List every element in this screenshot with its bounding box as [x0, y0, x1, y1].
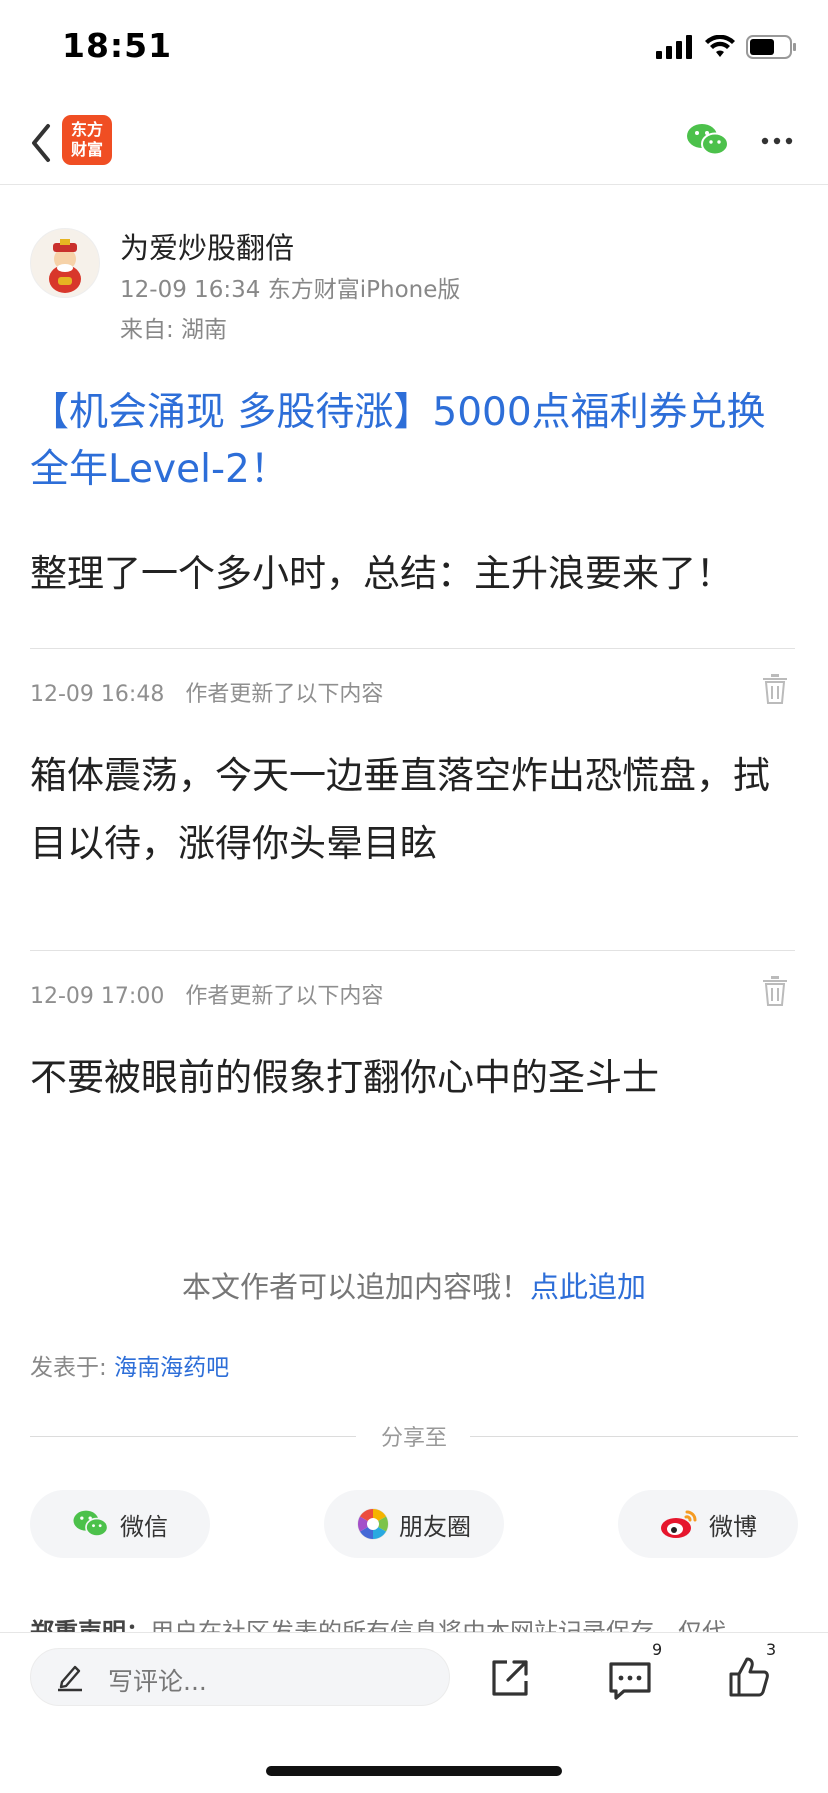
update-time: 12-09 16:48 — [30, 682, 165, 707]
divider — [30, 950, 795, 951]
posted-label: 发表于: — [30, 1355, 115, 1381]
update-text: 不要被眼前的假象打翻你心中的圣斗士 — [30, 1056, 659, 1099]
share-wechat-label: 微信 — [120, 1512, 168, 1541]
moments-icon — [357, 1508, 389, 1540]
more-icon[interactable] — [760, 126, 794, 156]
avatar[interactable] — [30, 228, 100, 298]
update-label: 作者更新了以下内容 — [185, 984, 384, 1009]
thumbs-up-icon[interactable] — [728, 1656, 770, 1698]
update-label: 作者更新了以下内容 — [185, 682, 384, 707]
comment-placeholder[interactable]: 写评论... — [108, 1662, 207, 1698]
logo-text-2: 财富 — [70, 140, 103, 159]
divider — [30, 648, 795, 649]
update-meta: 12-09 17:00 作者更新了以下内容 — [30, 978, 397, 1010]
share-label: 分享至 — [380, 1426, 447, 1451]
logo-text-1: 东方 — [70, 120, 103, 139]
posted-in: 发表于: 海南海药吧 — [30, 1348, 229, 1382]
weibo-icon — [661, 1510, 697, 1538]
share-weibo-button[interactable]: 微博 — [618, 1490, 798, 1558]
app-logo: 东方 财富 — [62, 115, 112, 165]
post-body: 整理了一个多小时，总结：主升浪要来了！ — [30, 552, 733, 595]
like-count: 3 — [766, 1640, 777, 1659]
trash-icon[interactable] — [762, 674, 788, 704]
update-meta: 12-09 16:48 作者更新了以下内容 — [30, 676, 397, 708]
wechat-share-icon[interactable] — [686, 122, 730, 158]
share-weibo-label: 微博 — [709, 1512, 757, 1541]
back-icon[interactable] — [26, 120, 56, 166]
post-title-link[interactable]: 【机会涌现 多股待涨】5000点福利券兑换全年Level-2！ — [30, 384, 800, 498]
signal-icon — [656, 35, 692, 59]
home-indicator — [266, 1766, 562, 1776]
pencil-icon — [58, 1665, 82, 1692]
update-time: 12-09 17:00 — [30, 984, 165, 1009]
update-text: 箱体震荡，今天一边垂直落空炸出恐慌盘，拭目以待，涨得你头晕目眩 — [30, 754, 770, 865]
append-prompt: 本文作者可以追加内容哦！点此追加 — [0, 1264, 828, 1306]
post-location: 来自: 湖南 — [120, 317, 228, 343]
forum-link[interactable]: 海南海药吧 — [114, 1355, 229, 1381]
share-out-icon[interactable] — [490, 1658, 530, 1698]
comment-count: 9 — [652, 1640, 663, 1659]
wifi-icon — [705, 35, 735, 57]
fortune-god-icon — [49, 239, 81, 293]
battery-icon — [746, 35, 796, 59]
share-moments-label: 朋友圈 — [399, 1512, 471, 1541]
share-moments-button[interactable]: 朋友圈 — [324, 1490, 504, 1558]
author-name[interactable]: 为爱炒股翻倍 — [120, 225, 294, 267]
comment-icon[interactable] — [608, 1660, 652, 1700]
trash-icon[interactable] — [762, 976, 788, 1006]
share-wechat-button[interactable]: 微信 — [30, 1490, 210, 1558]
comment-input[interactable] — [30, 1648, 450, 1706]
append-text: 本文作者可以追加内容哦！ — [181, 1270, 530, 1304]
append-link[interactable]: 点此追加 — [530, 1270, 646, 1304]
post-meta: 12-09 16:34 东方财富iPhone版 — [120, 277, 461, 303]
status-icons — [656, 34, 798, 60]
status-time: 18:51 — [62, 26, 173, 65]
wechat-icon — [73, 1510, 109, 1537]
